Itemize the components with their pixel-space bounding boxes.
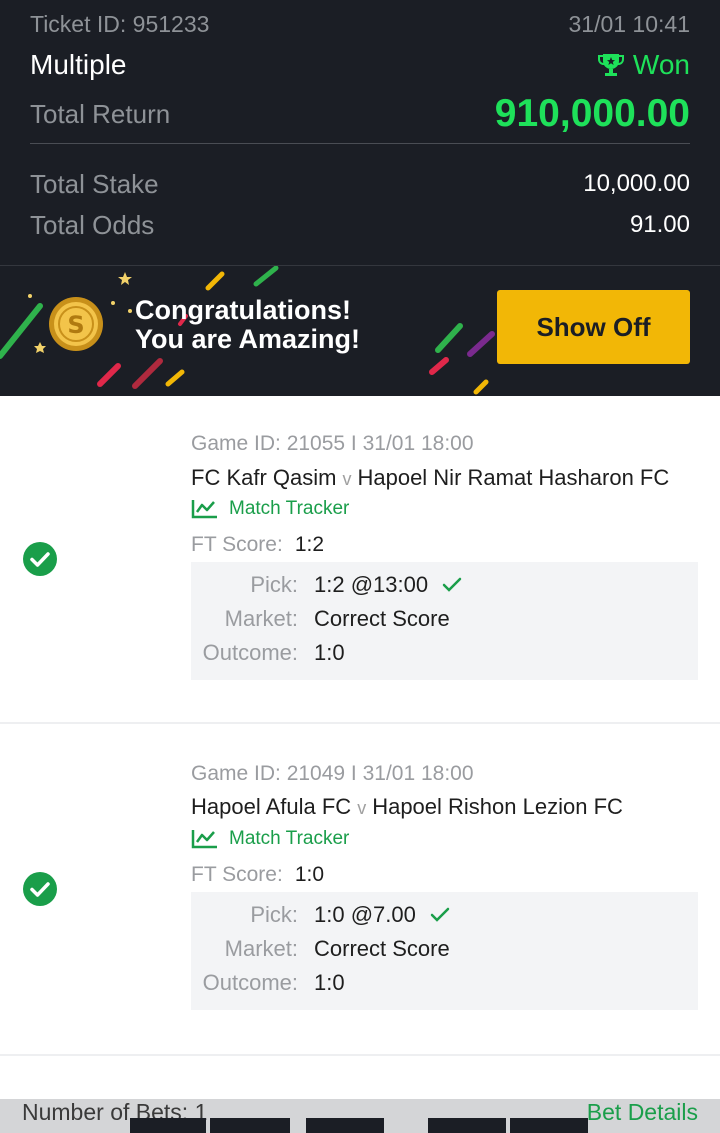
thumbnail [510, 1118, 588, 1133]
home-team: FC Kafr Qasim [191, 465, 337, 490]
market-row: Market: Correct Score [191, 606, 698, 636]
away-team: Hapoel Rishon Lezion FC [372, 794, 623, 819]
svg-text:S: S [67, 311, 84, 339]
status-text: Won [632, 49, 690, 80]
total-stake-label: Total Stake [30, 168, 159, 199]
chart-line-icon [191, 500, 217, 519]
pick-details: Pick: 1:0 @7.00 Market: Correct Score Ou… [191, 892, 698, 1010]
overlay-thumbnails [0, 1118, 720, 1133]
match-tracker-label[interactable]: Match Tracker [229, 498, 349, 520]
ft-score: FT Score: 1:2 [191, 533, 324, 557]
pick-value: 1:0 @7.00 [314, 902, 416, 927]
ft-score: FT Score: 1:0 [191, 863, 324, 887]
outcome-row: Outcome: 1:0 [191, 640, 698, 670]
bet-card: Game ID: 21049 I 31/01 18:00 Hapoel Aful… [0, 726, 720, 1054]
versus-separator: v [357, 798, 367, 818]
outcome-value: 1:0 [314, 640, 345, 665]
pick-row: Pick: 1:0 @7.00 [191, 902, 698, 932]
card-divider [0, 722, 720, 724]
bet-card: Game ID: 21055 I 31/01 18:00 FC Kafr Qas… [0, 396, 720, 724]
home-team: Hapoel Afula FC [191, 794, 352, 819]
outcome-row: Outcome: 1:0 [191, 970, 698, 1000]
thumbnail [306, 1118, 384, 1133]
checkmark-icon [430, 907, 450, 922]
thumbnail [130, 1118, 206, 1133]
header-divider [30, 143, 690, 144]
pick-row: Pick: 1:2 @13:00 [191, 572, 698, 602]
game-meta: Game ID: 21055 I 31/01 18:00 [191, 432, 474, 455]
trophy-icon [597, 54, 624, 76]
total-odds-label: Total Odds [30, 209, 155, 240]
total-return-row: Total Return 910,000.00 [30, 88, 690, 140]
ticket-type-row: Multiple Won [30, 45, 690, 85]
outcome-label: Outcome: [202, 640, 298, 665]
check-circle-icon [23, 872, 57, 906]
pick-value-wrap: 1:0 @7.00 [314, 902, 450, 928]
match-tracker-label[interactable]: Match Tracker [229, 828, 349, 850]
ticket-datetime: 31/01 10:41 [568, 10, 690, 37]
market-value: Correct Score [314, 606, 450, 631]
ft-score-label: FT Score: [191, 533, 283, 556]
outcome-label: Outcome: [202, 970, 298, 995]
ft-score-label: FT Score: [191, 863, 283, 886]
total-odds-value: 91.00 [629, 211, 690, 238]
chart-line-icon [191, 830, 217, 849]
match-tracker-link[interactable]: Match Tracker [191, 498, 349, 520]
market-label: Market: [224, 606, 298, 631]
show-off-button[interactable]: Show Off [497, 290, 690, 364]
ticket-id: Ticket ID: 951233 [30, 10, 210, 37]
pick-label: Pick: [250, 902, 298, 927]
total-stake-row: Total Stake 10,000.00 [30, 165, 690, 203]
game-meta: Game ID: 21049 I 31/01 18:00 [191, 762, 474, 785]
pick-value: 1:2 @13:00 [314, 572, 429, 597]
versus-separator: v [342, 469, 352, 489]
congrats-line-2: You are Amazing! [135, 324, 361, 354]
total-odds-row: Total Odds 91.00 [30, 205, 690, 245]
market-row: Market: Correct Score [191, 936, 698, 966]
total-return-value: 910,000.00 [494, 92, 690, 135]
match-tracker-link[interactable]: Match Tracker [191, 828, 349, 850]
ticket-type: Multiple [30, 49, 127, 80]
pick-value-wrap: 1:2 @13:00 [314, 572, 462, 598]
ticket-header: Ticket ID: 951233 31/01 10:41 Multiple W… [0, 0, 720, 265]
total-stake-value: 10,000.00 [583, 170, 690, 197]
match-teams: Hapoel Afula FC v Hapoel Rishon Lezion FC [191, 794, 623, 820]
thumbnail [210, 1118, 290, 1133]
away-team: Hapoel Nir Ramat Hasharon FC [357, 465, 670, 490]
total-return-label: Total Return [30, 98, 171, 129]
ft-score-value: 1:2 [294, 533, 325, 556]
check-circle-icon [23, 542, 57, 576]
ft-score-value: 1:0 [294, 863, 325, 886]
market-value: Correct Score [314, 936, 450, 961]
coin-icon: S [49, 297, 103, 351]
status-badge: Won [597, 49, 690, 81]
checkmark-icon [442, 577, 462, 592]
match-teams: FC Kafr Qasim v Hapoel Nir Ramat Hasharon … [191, 465, 669, 491]
market-label: Market: [224, 936, 298, 961]
congrats-message: Congratulations! You are Amazing! [135, 296, 360, 354]
congrats-line-1: Congratulations! [135, 295, 351, 325]
pick-details: Pick: 1:2 @13:00 Market: Correct Score O… [191, 562, 698, 680]
pick-label: Pick: [250, 572, 298, 597]
thumbnail [428, 1118, 506, 1133]
ticket-meta-row: Ticket ID: 951233 31/01 10:41 [30, 8, 690, 40]
card-divider [0, 1054, 720, 1056]
outcome-value: 1:0 [314, 970, 345, 995]
